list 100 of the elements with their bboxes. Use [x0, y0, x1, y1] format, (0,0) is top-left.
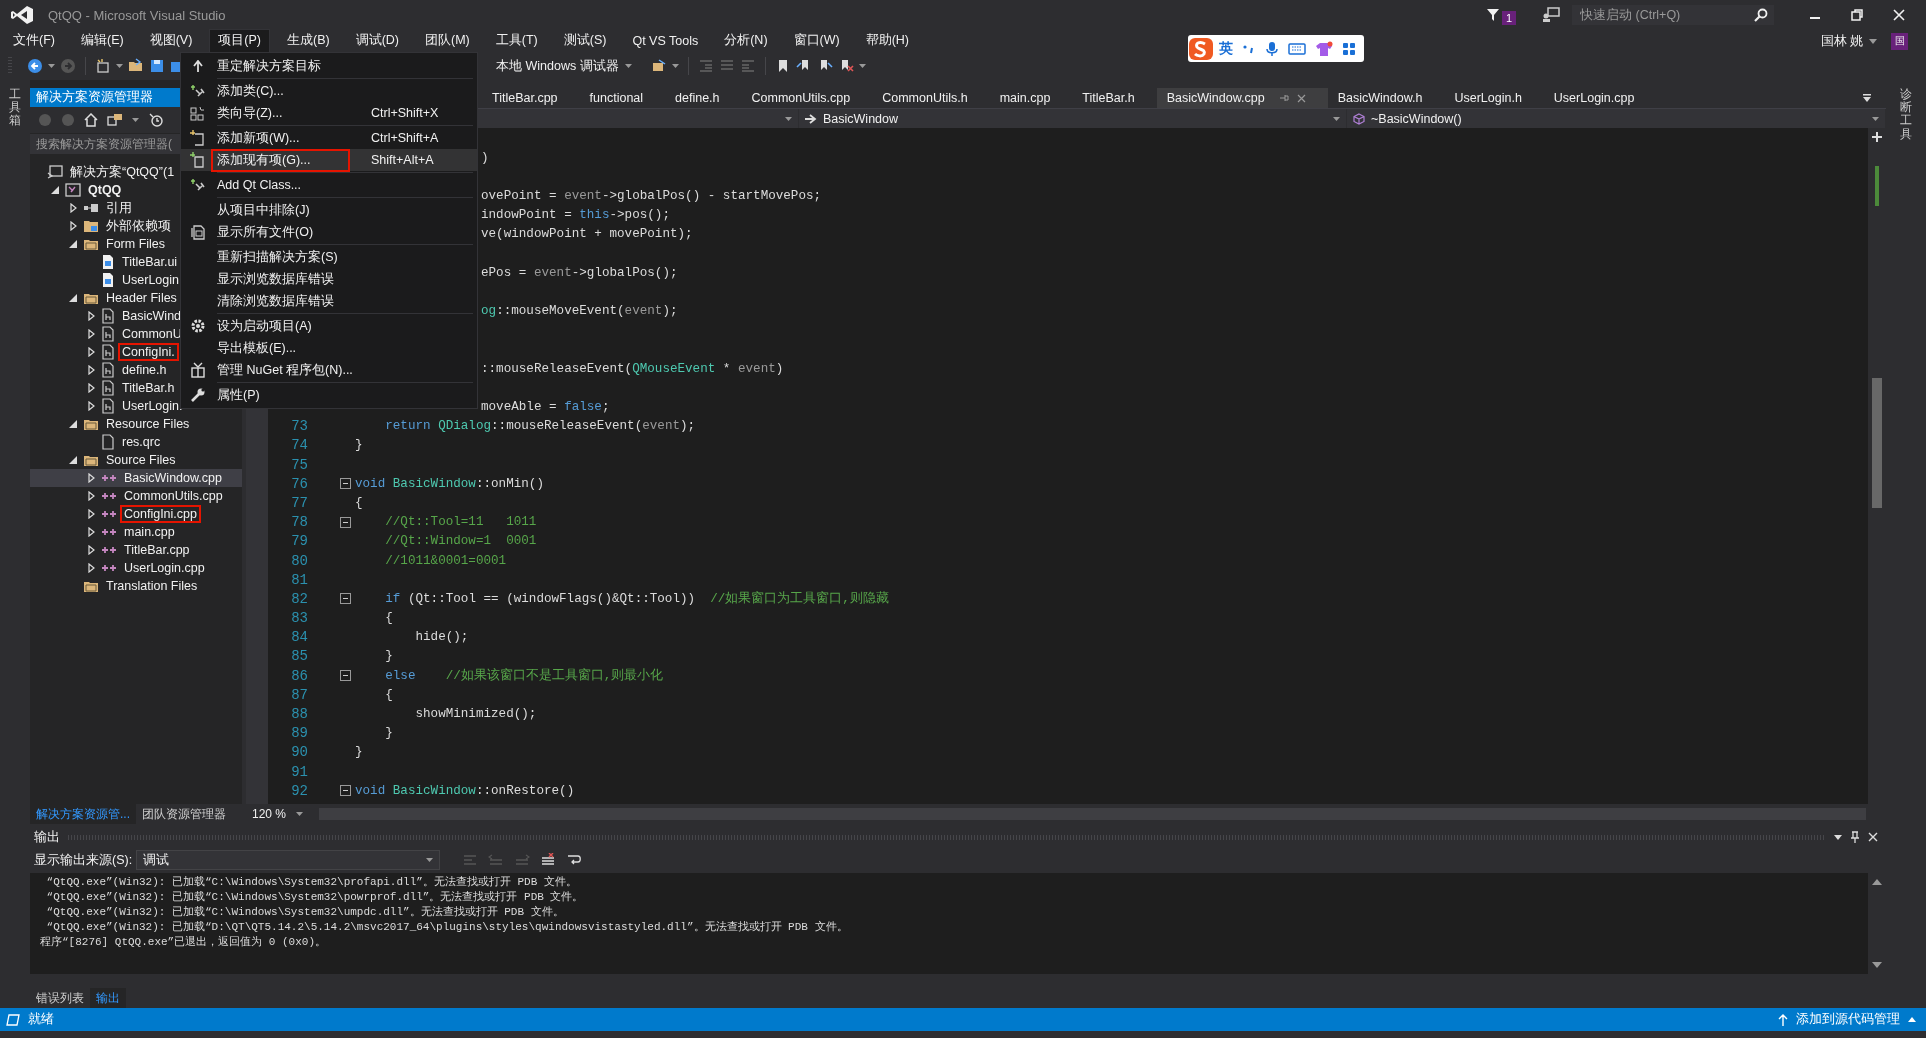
document-tab[interactable]: CommonUtils.cpp — [741, 88, 873, 108]
clear-all-icon[interactable] — [540, 853, 557, 867]
tree-item[interactable]: res.qrc — [30, 433, 242, 451]
document-tab[interactable]: UserLogin.h — [1444, 88, 1544, 108]
document-tab[interactable]: functional — [579, 88, 666, 108]
caret-icon[interactable] — [671, 64, 679, 68]
document-tab[interactable]: BasicWindow.h — [1327, 88, 1445, 108]
document-tab[interactable]: CommonUtils.h — [872, 88, 990, 108]
menu-item[interactable]: 添加现有项(G)... Shift+Alt+A — [181, 149, 477, 171]
apps-grid-icon[interactable] — [1342, 41, 1356, 56]
tree-item[interactable]: Source Files — [30, 451, 242, 469]
collapse-icon[interactable] — [340, 785, 351, 797]
collapsed-arrow-icon[interactable] — [87, 563, 95, 573]
word-wrap-icon[interactable] — [566, 853, 583, 867]
attach-icon[interactable] — [650, 58, 667, 74]
panel-tab[interactable]: 错误列表 — [30, 987, 90, 1009]
restore-icon[interactable] — [1850, 8, 1864, 22]
menu-item[interactable]: 团队(M) — [416, 29, 479, 53]
caret-up-icon[interactable] — [1908, 1017, 1916, 1022]
collapsed-arrow-icon[interactable] — [87, 383, 95, 393]
expanded-arrow-icon[interactable] — [69, 456, 77, 464]
diagnostic-tools-tab[interactable]: 诊断工具 — [1900, 88, 1912, 141]
member-dropdown[interactable]: ~BasicWindow() — [1347, 109, 1886, 128]
document-tab[interactable]: TitleBar.cpp — [482, 88, 580, 108]
split-icon[interactable] — [1872, 132, 1882, 142]
tree-item[interactable]: TitleBar.cpp — [30, 541, 242, 559]
collapsed-arrow-icon[interactable] — [87, 509, 95, 519]
caret-icon[interactable] — [1869, 38, 1877, 44]
collapsed-arrow-icon[interactable] — [87, 347, 95, 357]
scroll-down-icon[interactable] — [1872, 962, 1882, 968]
source-control-button[interactable]: 添加到源代码管理 — [1796, 1011, 1900, 1028]
menu-item[interactable]: 从项目中排除(J) — [181, 199, 477, 221]
menu-item[interactable]: 重新扫描解决方案(S) — [181, 246, 477, 268]
account-name[interactable]: 国林 姚 — [1820, 32, 1863, 50]
collapse-icon[interactable] — [340, 593, 351, 605]
menu-item[interactable]: 属性(P) — [181, 384, 477, 406]
panel-tab[interactable]: 输出 — [90, 987, 126, 1009]
expanded-arrow-icon[interactable] — [51, 186, 59, 194]
menu-item[interactable]: 管理 NuGet 程序包(N)... — [181, 359, 477, 381]
save-icon[interactable] — [149, 58, 165, 74]
caret-icon[interactable] — [858, 64, 866, 68]
menu-item[interactable]: 窗口(W) — [784, 29, 849, 53]
collapse-icon[interactable] — [340, 670, 351, 682]
expanded-arrow-icon[interactable] — [69, 420, 77, 428]
menu-item[interactable]: 帮助(H) — [856, 29, 919, 53]
keyboard-icon[interactable] — [1288, 41, 1306, 56]
document-tab[interactable]: TitleBar.h — [1072, 88, 1157, 108]
collapsed-arrow-icon[interactable] — [87, 329, 95, 339]
collapsed-arrow-icon[interactable] — [87, 365, 95, 375]
zoom-dropdown[interactable]: 120 % — [246, 807, 310, 821]
expanded-arrow-icon[interactable] — [69, 240, 77, 248]
tree-item[interactable]: UserLogin.cpp — [30, 559, 242, 577]
menu-item[interactable]: 分析(N) — [715, 29, 777, 53]
home-icon[interactable] — [84, 113, 98, 127]
tree-item[interactable]: Resource Files — [30, 415, 242, 433]
collapsed-arrow-icon[interactable] — [87, 527, 95, 537]
input-mode-label[interactable]: 英 — [1219, 39, 1233, 58]
menu-item[interactable]: 清除浏览数据库错误 — [181, 290, 477, 312]
menu-item[interactable]: Add Qt Class... — [181, 174, 477, 196]
tree-item[interactable]: main.cpp — [30, 523, 242, 541]
panel-tab[interactable]: 解决方案资源管... — [30, 803, 136, 825]
search-icon[interactable] — [1754, 8, 1768, 22]
menu-item[interactable]: 文件(F) — [4, 29, 64, 53]
caret-icon[interactable] — [116, 64, 123, 68]
scroll-up-icon[interactable] — [1872, 879, 1882, 885]
menu-item[interactable]: 生成(B) — [278, 29, 339, 53]
collapsed-arrow-icon[interactable] — [87, 473, 95, 483]
upload-icon[interactable] — [1778, 1013, 1788, 1026]
tree-item[interactable]: ConfigIni.cpp — [30, 505, 242, 523]
collapsed-arrow-icon[interactable] — [69, 221, 77, 231]
menu-item[interactable]: 视图(V) — [140, 29, 202, 53]
open-folder-icon[interactable] — [128, 58, 144, 74]
tree-item[interactable]: Translation Files — [30, 577, 242, 595]
tree-item[interactable]: CommonUtils.cpp — [30, 487, 242, 505]
menu-item[interactable]: 显示浏览数据库错误 — [181, 268, 477, 290]
document-tab[interactable]: main.cpp — [989, 88, 1073, 108]
tree-item[interactable]: BasicWindow.cpp — [30, 469, 242, 487]
tab-list-icon[interactable] — [1862, 93, 1872, 103]
caret-icon[interactable] — [132, 118, 139, 122]
menu-item[interactable]: 重定解决方案目标 — [181, 55, 477, 77]
collapsed-arrow-icon[interactable] — [87, 401, 95, 411]
document-tab[interactable]: define.h — [665, 88, 742, 108]
output-source-dropdown[interactable]: 调试 — [136, 850, 441, 870]
sync-icon[interactable] — [107, 113, 123, 127]
quick-launch-field[interactable]: 快速启动 (Ctrl+Q) — [1572, 5, 1774, 25]
menu-item[interactable]: 工具(T) — [486, 29, 547, 53]
account-avatar[interactable]: 国 — [1891, 32, 1908, 50]
debugger-dropdown[interactable]: 本地 Windows 调试器 — [492, 57, 636, 75]
collapsed-arrow-icon[interactable] — [87, 545, 95, 555]
notification-badge[interactable]: 1 — [1501, 11, 1516, 25]
collapsed-arrow-icon[interactable] — [69, 203, 77, 213]
scrollbar-thumb[interactable] — [1872, 378, 1882, 508]
expanded-arrow-icon[interactable] — [69, 294, 77, 302]
menu-item[interactable]: 编辑(E) — [71, 29, 133, 53]
panel-tab[interactable]: 团队资源管理器 — [136, 803, 232, 825]
scope-dropdown[interactable]: BasicWindow — [799, 109, 1347, 128]
filter-icon[interactable] — [1485, 8, 1500, 22]
menu-item[interactable]: 测试(S) — [554, 29, 616, 53]
pending-changes-icon[interactable] — [148, 112, 164, 128]
shirt-icon[interactable] — [1315, 40, 1333, 57]
